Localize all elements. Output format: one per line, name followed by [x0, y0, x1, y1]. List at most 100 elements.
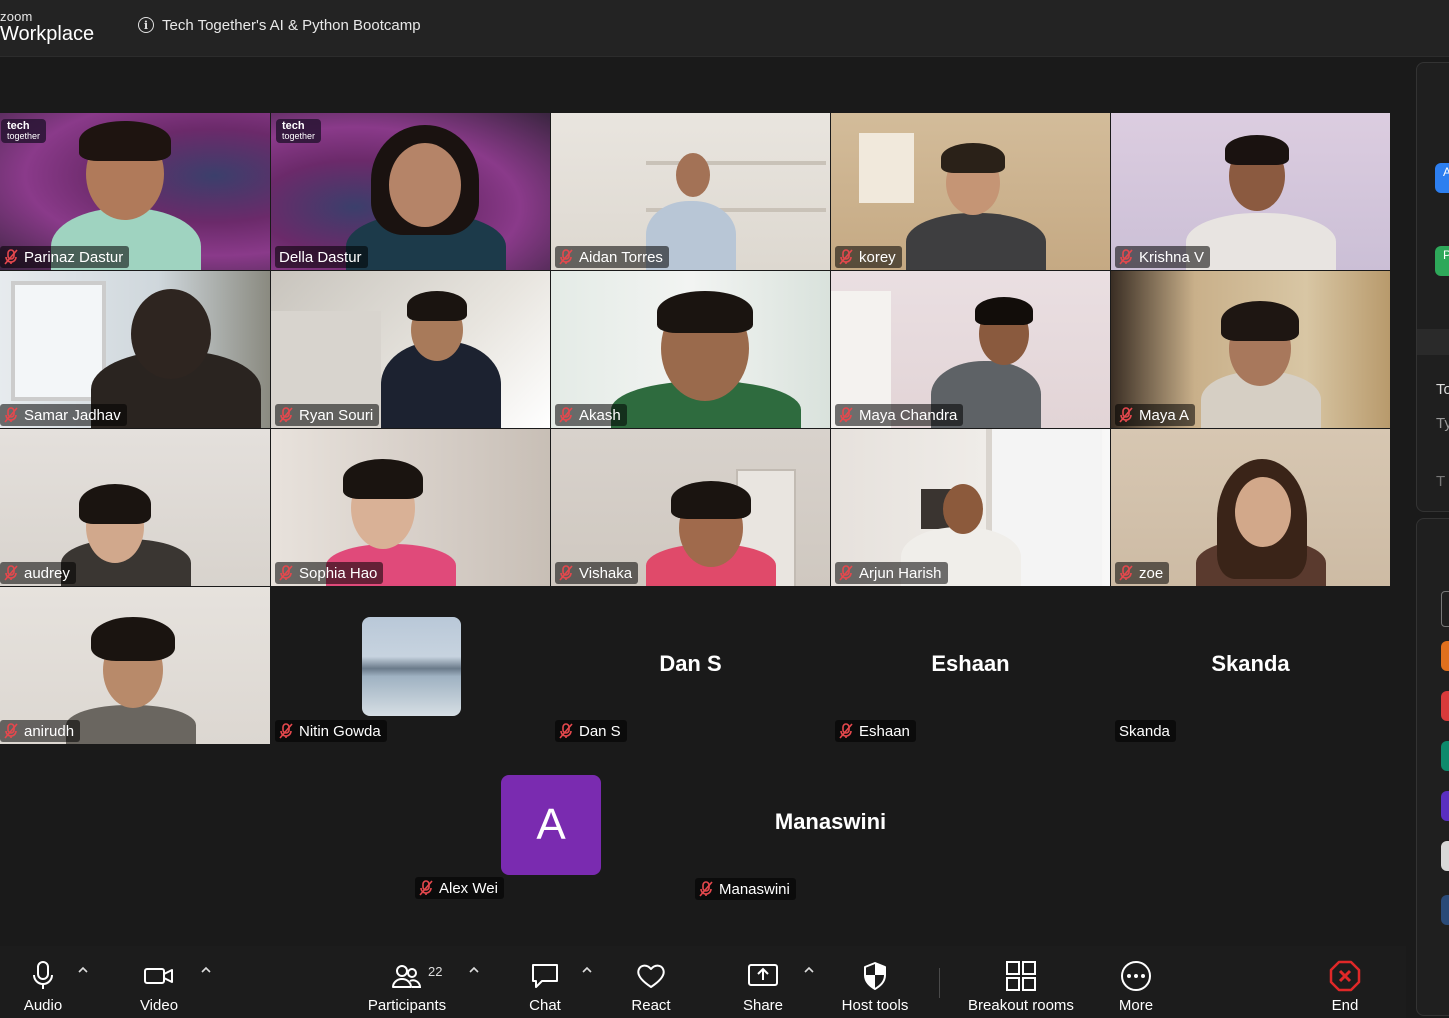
chat-options-chevron-up-icon[interactable] — [581, 964, 593, 976]
participant-name: Aidan Torres — [579, 248, 663, 266]
participant-nameplate: Maya Chandra — [835, 404, 964, 426]
title-bar: zoom Workplace i Tech Together's AI & Py… — [0, 0, 1449, 57]
participants-label: Participants — [367, 997, 447, 1014]
share-label: Share — [742, 997, 784, 1014]
share-options-chevron-up-icon[interactable] — [803, 964, 815, 976]
participant-nameplate: audrey — [0, 562, 76, 584]
muted-mic-icon — [839, 407, 853, 423]
muted-mic-icon — [839, 723, 853, 739]
muted-mic-icon — [559, 249, 573, 265]
audio-options-chevron-up-icon[interactable] — [77, 964, 89, 976]
chat-bubble-icon — [530, 958, 560, 994]
video-tile[interactable]: zoe — [1111, 429, 1390, 586]
video-tile[interactable]: audrey — [0, 429, 270, 586]
side-panel-top[interactable]: A P To Ty T — [1416, 62, 1449, 512]
side-panel-label: To — [1436, 381, 1449, 398]
audio-label: Audio — [23, 997, 63, 1014]
video-grid: tech together Parinaz Dastur tech together… — [0, 113, 1392, 903]
video-tile[interactable]: Sophia Hao — [271, 429, 550, 586]
video-options-chevron-up-icon[interactable] — [200, 964, 212, 976]
video-tile-off[interactable]: Eshaan Eshaan — [831, 587, 1110, 744]
breakout-rooms-label: Breakout rooms — [968, 997, 1074, 1014]
video-tile[interactable]: Akash — [551, 271, 830, 428]
video-label: Video — [139, 997, 179, 1014]
participants-button[interactable]: Participants — [363, 946, 451, 1018]
video-tile-off[interactable]: Manaswini Manaswini — [691, 745, 970, 902]
host-tools-label: Host tools — [841, 997, 909, 1014]
video-tile[interactable]: Maya Chandra — [831, 271, 1110, 428]
app-chip[interactable] — [1441, 791, 1449, 821]
participant-nameplate: Ryan Souri — [275, 404, 380, 426]
participant-nameplate: anirudh — [0, 720, 81, 742]
video-tile[interactable]: Maya A — [1111, 271, 1390, 428]
video-button[interactable]: Video — [132, 946, 186, 1018]
tech-together-badge: tech together — [1, 119, 47, 143]
participant-name: Nitin Gowda — [299, 722, 381, 740]
end-call-icon — [1329, 958, 1361, 994]
participant-name: Arjun Harish — [859, 564, 942, 582]
participant-name: Maya A — [1139, 406, 1190, 424]
participant-name: Skanda — [1119, 722, 1170, 740]
zoom-meeting-window: zoom Workplace i Tech Together's AI & Py… — [0, 0, 1449, 1018]
side-panel-bottom[interactable] — [1416, 518, 1449, 1016]
chip-letter: A — [1443, 165, 1449, 179]
muted-mic-icon — [1119, 249, 1133, 265]
muted-mic-icon — [279, 723, 293, 739]
video-tile[interactable]: anirudh — [0, 587, 270, 744]
video-tile[interactable]: Krishna V — [1111, 113, 1390, 270]
share-button[interactable]: Share — [740, 946, 786, 1018]
video-tile[interactable]: Vishaka — [551, 429, 830, 586]
video-tile[interactable]: tech together Parinaz Dastur — [0, 113, 270, 270]
participant-name: Ryan Souri — [299, 406, 374, 424]
participant-nameplate: Manaswini — [695, 878, 796, 900]
participant-nameplate: Maya A — [1115, 404, 1196, 426]
app-chip[interactable] — [1441, 841, 1449, 871]
participants-options-chevron-up-icon[interactable] — [468, 964, 480, 976]
video-tile[interactable]: Ryan Souri — [271, 271, 550, 428]
info-icon[interactable]: i — [138, 17, 154, 33]
participant-nameplate: Sophia Hao — [275, 562, 384, 584]
more-label: More — [1118, 997, 1154, 1014]
participant-avatar: A — [501, 775, 601, 875]
side-panel-input[interactable]: Ty — [1436, 415, 1449, 432]
shield-icon — [862, 958, 888, 994]
video-tile[interactable]: korey — [831, 113, 1110, 270]
video-tile[interactable]: Aidan Torres — [551, 113, 830, 270]
react-button[interactable]: React — [628, 946, 674, 1018]
video-camera-icon — [143, 958, 175, 994]
video-tile-off[interactable]: Dan S Dan S — [551, 587, 830, 744]
participant-name: Vishaka — [579, 564, 633, 582]
breakout-rooms-button[interactable]: Breakout rooms — [962, 946, 1080, 1018]
muted-mic-icon — [4, 723, 18, 739]
host-tools-button[interactable]: Host tools — [838, 946, 912, 1018]
video-tile[interactable]: Samar Jadhav — [0, 271, 270, 428]
muted-mic-icon — [839, 565, 853, 581]
muted-mic-icon — [1119, 407, 1133, 423]
more-button[interactable]: More — [1113, 946, 1159, 1018]
participant-nameplate: Nitin Gowda — [275, 720, 387, 742]
app-chip[interactable] — [1441, 691, 1449, 721]
participant-name: korey — [859, 248, 896, 266]
muted-mic-icon — [559, 407, 573, 423]
audio-button[interactable]: Audio — [14, 946, 72, 1018]
end-meeting-button[interactable]: End — [1322, 946, 1368, 1018]
participant-name: anirudh — [24, 722, 75, 740]
video-tile[interactable]: Arjun Harish — [831, 429, 1110, 586]
participant-nameplate: Skanda — [1115, 720, 1176, 742]
participant-display-name: Manaswini — [774, 809, 887, 834]
video-tile-active-speaker[interactable]: tech together Della Dastur — [271, 113, 550, 270]
video-tile-off[interactable]: Nitin Gowda — [271, 587, 550, 744]
muted-mic-icon — [839, 249, 853, 265]
video-tile-off[interactable]: Skanda Skanda — [1111, 587, 1390, 744]
muted-mic-icon — [4, 565, 18, 581]
meeting-title[interactable]: i Tech Together's AI & Python Bootcamp — [138, 14, 421, 36]
participants-icon — [391, 958, 423, 994]
chat-button[interactable]: Chat — [522, 946, 568, 1018]
logo-zoom-text: zoom — [0, 9, 33, 24]
heart-icon — [635, 958, 667, 994]
app-chip[interactable] — [1441, 641, 1449, 671]
muted-mic-icon — [559, 723, 573, 739]
app-chip[interactable] — [1441, 895, 1449, 925]
muted-mic-icon — [1119, 565, 1133, 581]
app-chip[interactable] — [1441, 741, 1449, 771]
